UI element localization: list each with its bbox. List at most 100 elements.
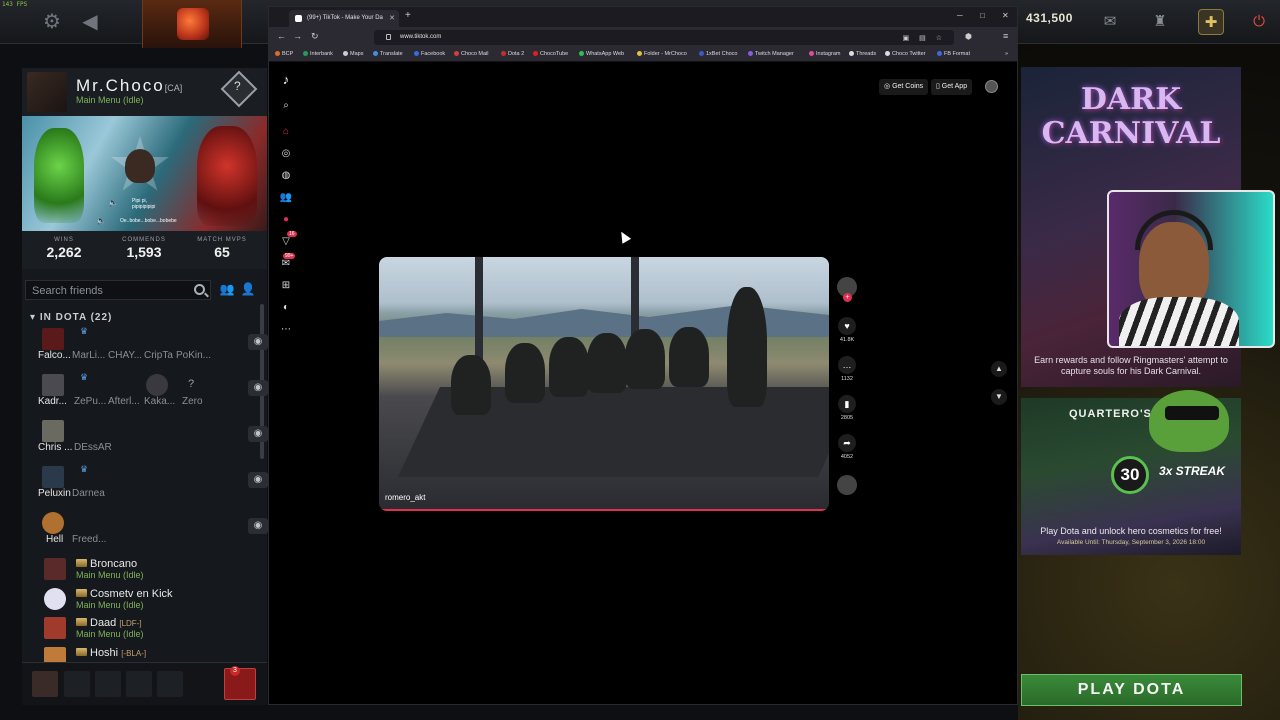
avatar[interactable] bbox=[27, 72, 67, 112]
party-slot-empty[interactable] bbox=[126, 671, 152, 697]
comment-icon[interactable]: … bbox=[838, 356, 856, 374]
dota-home-tab[interactable] bbox=[142, 0, 242, 48]
video-progress-bar[interactable] bbox=[379, 509, 829, 511]
party-slot-self[interactable] bbox=[32, 671, 58, 697]
party-row[interactable]: Hell Freed... ◉ bbox=[36, 510, 268, 555]
party-avatar[interactable] bbox=[42, 374, 64, 396]
following-icon[interactable]: ◍ bbox=[279, 169, 293, 183]
next-video-icon[interactable]: ▼ bbox=[991, 389, 1007, 405]
party-row[interactable]: ♛ Peluxin Darnea ◉ bbox=[36, 464, 268, 509]
url-bar-icons[interactable]: ▣ ▤ ☆ bbox=[903, 31, 946, 46]
party-slot-empty[interactable] bbox=[95, 671, 121, 697]
bookmark[interactable]: Translate bbox=[373, 51, 403, 57]
bookmark[interactable]: Threads bbox=[849, 51, 876, 57]
live-icon[interactable]: ● bbox=[279, 213, 293, 227]
dota-plus-icon[interactable]: ✚ bbox=[1198, 9, 1224, 35]
hero-showcase[interactable]: 🔈 Pipi pi, pipipipipipi 🔈 Oe..bobe...bob… bbox=[22, 116, 267, 231]
more-bookmarks-icon[interactable]: » bbox=[1005, 51, 1008, 57]
follow-plus-icon[interactable]: + bbox=[843, 293, 852, 302]
chat-invite-button[interactable] bbox=[224, 668, 256, 700]
bookmark[interactable]: Maps bbox=[343, 51, 363, 57]
friend-row-broncano[interactable]: Broncano Main Menu (Idle) bbox=[44, 556, 244, 584]
play-dota-button[interactable]: PLAY DOTA bbox=[1021, 674, 1242, 706]
get-app-button[interactable]: ▯ Get App bbox=[931, 79, 973, 95]
bookmark[interactable]: BCP bbox=[275, 51, 293, 57]
bookmark[interactable]: Choco Mail bbox=[454, 51, 489, 57]
tab-tiktok[interactable]: (99+) TikTok - Make Your Da ✕ bbox=[289, 10, 399, 27]
party-avatar[interactable] bbox=[42, 466, 64, 488]
party-avatar[interactable] bbox=[146, 374, 168, 396]
avatar[interactable] bbox=[44, 617, 66, 639]
search-icon[interactable] bbox=[194, 284, 205, 295]
upload-icon[interactable]: ⊞ bbox=[279, 279, 293, 293]
add-friend-icon[interactable]: 👥 bbox=[219, 282, 235, 298]
search-icon[interactable]: ⌕ bbox=[279, 99, 293, 113]
party-row[interactable]: Chris ... DEssAR ◉ bbox=[36, 418, 268, 463]
share-icon[interactable]: ➦ bbox=[838, 434, 856, 452]
home-icon[interactable]: ⌂ bbox=[279, 125, 293, 139]
mail-icon[interactable]: ✉ bbox=[1097, 9, 1123, 35]
party-row[interactable]: ♛ Falco... MarLi... CHAY... CripTa PoKin… bbox=[36, 326, 268, 371]
bookmark[interactable]: Interbank bbox=[303, 51, 333, 57]
speaker-icon[interactable]: 🔈 bbox=[108, 198, 118, 207]
avatar[interactable] bbox=[44, 588, 66, 610]
bookmark[interactable]: FB Format bbox=[937, 51, 970, 57]
explore-icon[interactable]: ◎ bbox=[279, 147, 293, 161]
minimize-icon[interactable]: ─ bbox=[957, 11, 963, 20]
tiktok-logo-icon[interactable]: ♪ bbox=[279, 73, 293, 87]
forward-icon[interactable]: → bbox=[293, 31, 302, 41]
friend-row-daad[interactable]: Daad [LDF-] Main Menu (Idle) bbox=[44, 615, 244, 643]
power-icon[interactable]: ⏻ bbox=[1246, 9, 1272, 35]
extensions-icon[interactable]: ⬢ bbox=[965, 32, 972, 41]
quartero-event-panel[interactable]: QUARTERO'S C 30 3x STREAK Play Dota and … bbox=[1021, 390, 1241, 555]
bookmark[interactable]: Choco Twitter bbox=[885, 51, 926, 57]
bookmark[interactable]: WhatsApp Web bbox=[579, 51, 624, 57]
bookmark-icon[interactable]: ▮ bbox=[838, 395, 856, 413]
like-action[interactable]: ♥ 41.8K bbox=[835, 317, 859, 343]
heart-icon[interactable]: ♥ bbox=[838, 317, 856, 335]
spectate-eye-icon[interactable]: ◉ bbox=[248, 380, 268, 396]
sound-disc-icon[interactable] bbox=[837, 475, 857, 495]
spectate-eye-icon[interactable]: ◉ bbox=[248, 472, 268, 488]
back-icon[interactable]: ← bbox=[277, 31, 286, 41]
settings-gear-icon[interactable]: ⚙ bbox=[38, 8, 66, 36]
maximize-icon[interactable]: □ bbox=[980, 11, 985, 20]
reload-icon[interactable]: ↻ bbox=[311, 31, 319, 42]
comment-action[interactable]: … 1132 bbox=[835, 356, 859, 382]
bookmark[interactable]: Dota 2 bbox=[501, 51, 524, 57]
bookmark[interactable]: Folder - MrChoco bbox=[637, 51, 687, 57]
friends-icon[interactable]: 👥 bbox=[279, 191, 293, 205]
speaker-icon-2[interactable]: 🔈 bbox=[96, 216, 106, 225]
profile-icon[interactable]: ◐ bbox=[279, 301, 293, 315]
bookmark[interactable]: Twitch Manager bbox=[748, 51, 794, 57]
party-slot-empty[interactable] bbox=[64, 671, 90, 697]
bookmark[interactable]: Instagram bbox=[809, 51, 840, 57]
bookmark[interactable]: Facebook bbox=[414, 51, 445, 57]
new-tab-icon[interactable]: + bbox=[405, 10, 411, 21]
party-avatar[interactable] bbox=[42, 420, 64, 442]
party-avatar[interactable] bbox=[42, 328, 64, 350]
spectate-eye-icon[interactable]: ◉ bbox=[248, 426, 268, 442]
previous-video-icon[interactable]: ▲ bbox=[991, 361, 1007, 377]
get-coins-button[interactable]: ◎ Get Coins bbox=[879, 79, 929, 95]
spectate-eye-icon[interactable]: ◉ bbox=[248, 518, 268, 534]
share-action[interactable]: ➦ 4052 bbox=[835, 434, 859, 460]
menu-icon[interactable]: ≡ bbox=[1003, 31, 1008, 41]
party-avatar[interactable] bbox=[42, 512, 64, 534]
in-dota-header[interactable]: ▾ IN DOTA (22) bbox=[30, 312, 112, 323]
friend-row-cosmetv[interactable]: Cosmetv en Kick Main Menu (Idle) bbox=[44, 586, 244, 614]
avatar[interactable] bbox=[985, 80, 998, 93]
close-tab-icon[interactable]: ✕ bbox=[389, 10, 395, 27]
address-bar[interactable]: www.tiktok.com ▣ ▤ ☆ bbox=[374, 30, 954, 45]
search-friends-input[interactable] bbox=[26, 282, 186, 300]
avatar[interactable] bbox=[44, 558, 66, 580]
party-row[interactable]: ♛ ? Kadr... ZePu... Afterl... Kaka... Ze… bbox=[36, 372, 268, 417]
video-player[interactable]: romero_akt bbox=[379, 257, 829, 511]
activity-icon[interactable]: ▽ bbox=[279, 235, 293, 249]
friends-list-icon[interactable]: 👤 bbox=[240, 282, 256, 298]
party-slot-empty[interactable] bbox=[157, 671, 183, 697]
spectate-eye-icon[interactable]: ◉ bbox=[248, 334, 268, 350]
back-arrow-icon[interactable]: ◀ bbox=[76, 8, 104, 36]
more-icon[interactable]: ⋯ bbox=[279, 323, 293, 337]
profile-header[interactable]: Mr.Choco[CA] Main Menu (Idle) ? bbox=[22, 68, 267, 116]
